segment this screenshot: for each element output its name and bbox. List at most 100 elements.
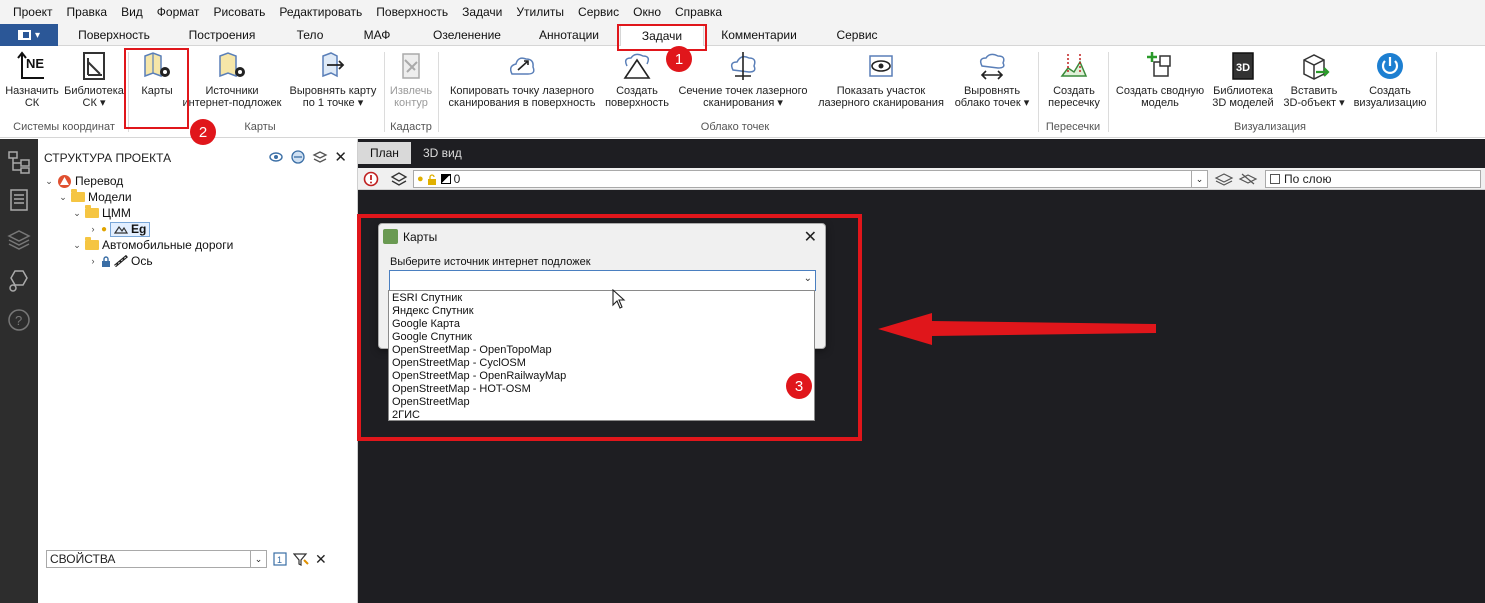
insert-3d-object-button[interactable]: Вставить 3D-объект ▾ <box>1280 50 1348 109</box>
tab-comments[interactable]: Комментарии <box>714 24 804 46</box>
align-map-icon <box>322 52 345 78</box>
copy-laser-point-button[interactable]: Копировать точку лазерного сканирования … <box>442 50 602 109</box>
properties-bar: СВОЙСТВА ⌄ 1 ✕ <box>46 550 352 568</box>
info-icon[interactable] <box>363 171 379 187</box>
tab-annotations[interactable]: Аннотации <box>526 24 612 46</box>
properties-select[interactable]: СВОЙСТВА ⌄ <box>46 550 267 568</box>
internet-sources-button[interactable]: Источники интернет-подложек <box>180 50 284 109</box>
color-swatch-icon <box>440 174 451 184</box>
sort-icon[interactable]: 1 <box>273 552 287 566</box>
tree-axis-label: Ось <box>131 254 153 268</box>
create-surface-label-1: Создать <box>616 85 658 97</box>
tab-maf[interactable]: МАФ <box>346 24 408 46</box>
tab-3d-view[interactable]: 3D вид <box>411 142 474 164</box>
tree-dem[interactable]: ⌄ ЦММ <box>72 205 131 221</box>
layer-previous-icon[interactable] <box>1214 171 1234 187</box>
laser-section-button[interactable]: Сечение точек лазерного сканирования ▾ <box>674 50 812 109</box>
create-visualization-button[interactable]: Создать визуализацию <box>1350 50 1430 109</box>
lightbulb-icon[interactable]: ● <box>101 224 107 235</box>
tree-roads[interactable]: ⌄ Автомобильные дороги <box>72 237 233 253</box>
menu-service[interactable]: Сервис <box>571 0 626 24</box>
close-icon[interactable]: ✕ <box>334 148 347 166</box>
chevron-right-icon[interactable]: › <box>88 224 98 234</box>
tree-root[interactable]: ⌄ Перевод <box>44 173 123 189</box>
chevron-down-icon[interactable]: ⌄ <box>1191 171 1207 187</box>
tree-models[interactable]: ⌄ Модели <box>58 189 132 205</box>
layers-icon[interactable] <box>6 227 32 253</box>
layer-select[interactable]: ● 0 ⌄ <box>413 170 1208 188</box>
cloud-arrow-icon <box>509 57 535 75</box>
tree-roads-label: Автомобильные дороги <box>102 238 234 252</box>
linetype-select[interactable]: По слою <box>1265 170 1481 188</box>
close-icon[interactable]: ✕ <box>315 551 327 568</box>
chevron-right-icon[interactable]: › <box>88 256 98 266</box>
3d-library-button[interactable]: 3D Библиотека 3D моделей <box>1208 50 1278 109</box>
chevron-down-icon[interactable]: ⌄ <box>72 240 82 251</box>
menu-help[interactable]: Справка <box>668 0 729 24</box>
extract-contour-icon <box>402 53 420 79</box>
menu-window[interactable]: Окно <box>626 0 668 24</box>
menu-format[interactable]: Формат <box>150 0 207 24</box>
create-summary-model-label-1: Создать сводную <box>1115 85 1205 97</box>
lock-icon[interactable] <box>101 255 111 267</box>
document-list-icon[interactable] <box>6 187 32 213</box>
layer-settings-icon[interactable] <box>312 149 328 165</box>
menu-view[interactable]: Вид <box>114 0 150 24</box>
3d-book-icon: 3D <box>1232 52 1254 80</box>
tab-landscaping[interactable]: Озеленение <box>422 24 512 46</box>
menu-draw[interactable]: Рисовать <box>206 0 272 24</box>
extract-contour-label-1: Извлечь <box>389 85 433 97</box>
chevron-down-icon[interactable]: ⌄ <box>58 192 68 203</box>
tree-dem-label: ЦММ <box>102 206 131 220</box>
app-menu-button[interactable]: ▾ <box>0 24 58 46</box>
tree-surface[interactable]: › ● Eg <box>88 221 151 237</box>
tab-service[interactable]: Сервис <box>826 24 888 46</box>
layer-value: 0 <box>453 172 461 186</box>
tab-surface[interactable]: Поверхность <box>62 24 166 46</box>
menu-edit[interactable]: Правка <box>60 0 115 24</box>
graph-icon[interactable] <box>6 267 32 293</box>
menu-utilities[interactable]: Утилиты <box>509 0 571 24</box>
menu-modify[interactable]: Редактировать <box>272 0 369 24</box>
cs-library-label-2: СК ▾ <box>82 97 106 109</box>
tree-axis[interactable]: › Ось <box>88 253 153 269</box>
checkbox-icon[interactable] <box>1270 174 1280 184</box>
insert-3d-object-label-1: Вставить <box>1290 85 1338 97</box>
create-cross-section-button[interactable]: Создать пересечку <box>1042 50 1106 109</box>
linetype-value: По слою <box>1284 172 1332 186</box>
menu-project[interactable]: Проект <box>6 0 60 24</box>
chevron-down-icon[interactable]: ⌄ <box>250 551 266 567</box>
cs-library-button[interactable]: Библиотека СК ▾ <box>62 50 126 109</box>
chevron-down-icon[interactable]: ⌄ <box>44 176 54 187</box>
eye-icon <box>869 55 893 77</box>
tab-constructions[interactable]: Построения <box>172 24 272 46</box>
show-laser-area-label-2: лазерного сканирования <box>818 97 944 109</box>
align-map-button[interactable]: Выровнять карту по 1 точке ▾ <box>286 50 380 109</box>
layer-states-icon[interactable] <box>1238 171 1258 187</box>
project-tree-icon[interactable] <box>6 149 32 175</box>
eye-icon[interactable] <box>268 149 284 165</box>
extract-contour-button[interactable]: Извлечь контур <box>386 50 436 109</box>
group-coordinate-systems: Системы координат <box>13 121 115 133</box>
align-cloud-button[interactable]: Выровнять облако точек ▾ <box>950 50 1034 109</box>
group-cross-sections: Пересечки <box>1045 121 1101 133</box>
tree-root-label: Перевод <box>75 174 124 188</box>
create-summary-model-button[interactable]: Создать сводную модель <box>1110 50 1210 109</box>
help-icon[interactable]: ? <box>6 307 32 333</box>
menu-tasks[interactable]: Задачи <box>455 0 509 24</box>
panel-title: СТРУКТУРА ПРОЕКТА <box>44 151 172 165</box>
assign-cs-button[interactable]: NE Назначить СК <box>4 50 60 109</box>
chevron-down-icon[interactable]: ⌄ <box>72 208 82 219</box>
layer-manager-icon[interactable] <box>390 171 408 187</box>
tab-solid[interactable]: Тело <box>280 24 340 46</box>
layer-visibility-icon[interactable] <box>290 149 306 165</box>
folder-icon <box>71 189 85 202</box>
show-laser-area-button[interactable]: Показать участок лазерного сканирования <box>814 50 948 109</box>
surface-item[interactable]: Eg <box>110 221 151 237</box>
group-divider <box>1108 52 1109 132</box>
menu-surface[interactable]: Поверхность <box>369 0 455 24</box>
internet-sources-label-1: Источники <box>205 85 259 97</box>
create-surface-button[interactable]: Создать поверхность <box>602 50 672 109</box>
filter-icon[interactable] <box>293 552 309 566</box>
tab-plan[interactable]: План <box>358 142 411 164</box>
